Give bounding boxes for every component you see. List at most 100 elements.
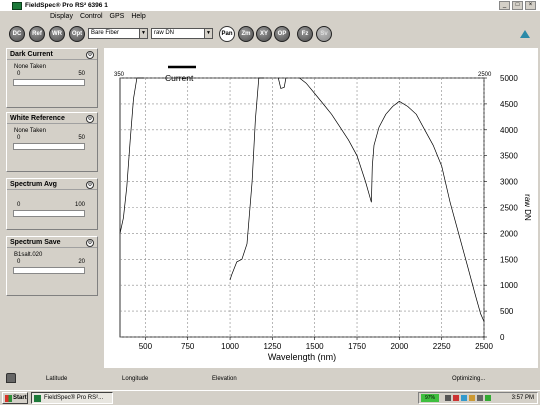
x-tick-label: 2250: [433, 342, 451, 351]
latitude-label: Latitude: [46, 376, 68, 382]
save-button[interactable]: Sv: [316, 26, 332, 42]
display-mode-select[interactable]: raw DN ▼: [151, 28, 213, 39]
menu-gps[interactable]: GPS: [110, 13, 125, 20]
dark-current-button[interactable]: DC: [9, 26, 25, 42]
x-tick-label: 2500: [475, 342, 493, 351]
y-tick-label: 4500: [500, 100, 518, 109]
dark-current-progress: [13, 79, 85, 86]
tray-icon[interactable]: [445, 395, 451, 401]
y-tick-label: 0: [500, 333, 505, 342]
white-reference-button[interactable]: WR: [49, 26, 65, 42]
app-icon: [12, 1, 22, 10]
display-mode-value: raw DN: [154, 30, 175, 36]
x-tick-label: 500: [139, 342, 153, 351]
legend-label: Current: [165, 73, 194, 83]
xy-button[interactable]: XY: [256, 26, 272, 42]
x-tick-label: 1500: [306, 342, 324, 351]
taskbar: Start FieldSpec® Pro RS²... 97% 3:57 PM: [0, 390, 540, 405]
gear-icon[interactable]: ⚙: [86, 181, 94, 189]
spectrum-save-panel: Spectrum Save ⚙ B1salt.020 0 20: [6, 236, 98, 296]
windows-logo-icon: [5, 395, 12, 402]
start-label: Start: [13, 395, 27, 401]
white-reference-panel: White Reference ⚙ None Taken 0 50: [6, 112, 98, 172]
panel-title: White Reference: [7, 113, 97, 124]
y-tick-label: 2000: [500, 229, 518, 238]
longitude-label: Longitude: [122, 376, 149, 382]
battery-indicator[interactable]: 97%: [421, 394, 439, 402]
elevation-label: Elevation: [212, 376, 237, 382]
tray-icon[interactable]: [485, 395, 491, 401]
y-tick-label: 1500: [500, 255, 518, 264]
x-range-start-label: 350: [114, 72, 125, 78]
menu-help[interactable]: Help: [131, 13, 145, 20]
start-button[interactable]: Start: [2, 392, 28, 404]
x-tick-label: 1000: [221, 342, 239, 351]
x-range-end-label: 2500: [478, 72, 492, 78]
scale-min: 0: [17, 135, 21, 141]
x-axis-label: Wavelength (nm): [268, 352, 336, 362]
scale-max: 100: [74, 202, 85, 208]
y-tick-label: 3500: [500, 152, 518, 161]
taskbar-item-label: FieldSpec® Pro RS²...: [44, 395, 104, 401]
x-tick-label: 2000: [390, 342, 408, 351]
freeze-button[interactable]: Fz: [297, 26, 313, 42]
pan-button[interactable]: Pan: [219, 26, 235, 42]
menu-bar: Display Control GPS Help: [50, 11, 146, 22]
zoom-button[interactable]: Zm: [238, 26, 254, 42]
gear-icon[interactable]: ⚙: [86, 115, 94, 123]
fore-optic-select[interactable]: Bare Fiber ▼: [88, 28, 148, 39]
scale-max: 20: [78, 259, 85, 265]
spectrum-plot[interactable]: 500 750 1000 1250 1500 1750 2000 2250 2500 0 500 10…: [104, 48, 538, 368]
spectrum-avg-panel: Spectrum Avg ⚙ 0 100: [6, 178, 98, 230]
x-tick-label: 750: [181, 342, 195, 351]
menu-control[interactable]: Control: [80, 13, 103, 20]
tray-icon[interactable]: [469, 395, 475, 401]
sidebar: Dark Current ⚙ None Taken 0 50 White Ref…: [6, 48, 98, 368]
y-axis-label: raw DN: [523, 194, 532, 221]
x-tick-label: 1750: [348, 342, 366, 351]
reference-button[interactable]: Ref: [29, 26, 45, 42]
y-tick-label: 3000: [500, 178, 518, 187]
dark-current-panel: Dark Current ⚙ None Taken 0 50: [6, 48, 98, 108]
gear-icon[interactable]: ⚙: [86, 239, 94, 247]
scale-min: 0: [17, 202, 21, 208]
gear-icon[interactable]: ⚙: [86, 51, 94, 59]
minimize-button[interactable]: _: [499, 1, 510, 10]
tray-icon[interactable]: [477, 395, 483, 401]
y-tick-label: 1000: [500, 281, 518, 290]
optimize-button[interactable]: Opt: [69, 26, 85, 42]
x-tick-label: 1250: [263, 342, 281, 351]
triangle-icon[interactable]: [520, 30, 530, 38]
system-tray: 97% 3:57 PM: [418, 392, 538, 404]
scale-min: 0: [17, 71, 21, 77]
clock: 3:57 PM: [511, 395, 534, 401]
spectrum-chart[interactable]: 500 750 1000 1250 1500 1750 2000 2250 2500 0 500 10…: [104, 48, 538, 368]
op-button[interactable]: OP: [274, 26, 290, 42]
chevron-down-icon: ▼: [139, 29, 147, 38]
y-tick-label: 500: [500, 307, 514, 316]
lock-icon[interactable]: [6, 373, 16, 383]
menu-display[interactable]: Display: [50, 13, 73, 20]
panel-title: Spectrum Save: [7, 237, 97, 248]
spectrum-save-progress: [13, 267, 85, 274]
white-reference-progress: [13, 143, 85, 150]
window-title: FieldSpec® Pro RS² 6396 1: [25, 2, 108, 9]
y-tick-label: 2500: [500, 204, 518, 213]
fore-optic-value: Bare Fiber: [91, 30, 120, 36]
tray-icon[interactable]: [453, 395, 459, 401]
toolbar: DC Ref WR Opt Bare Fiber ▼ raw DN ▼ Pan …: [0, 24, 540, 44]
app-icon: [34, 395, 41, 402]
status-text: Optimizing...: [452, 376, 486, 382]
scale-max: 50: [78, 135, 85, 141]
tray-icon[interactable]: [461, 395, 467, 401]
taskbar-item-fieldspec[interactable]: FieldSpec® Pro RS²...: [31, 392, 113, 404]
y-tick-label: 4000: [500, 126, 518, 135]
close-button[interactable]: ×: [525, 1, 536, 10]
panel-title: Spectrum Avg: [7, 179, 97, 190]
y-tick-label: 5000: [500, 74, 518, 83]
scale-min: 0: [17, 259, 21, 265]
spectrum-avg-progress: [13, 210, 85, 217]
title-bar: FieldSpec® Pro RS² 6396 1 _ □ ×: [0, 0, 540, 11]
maximize-button[interactable]: □: [512, 1, 523, 10]
panel-title: Dark Current: [7, 49, 97, 60]
